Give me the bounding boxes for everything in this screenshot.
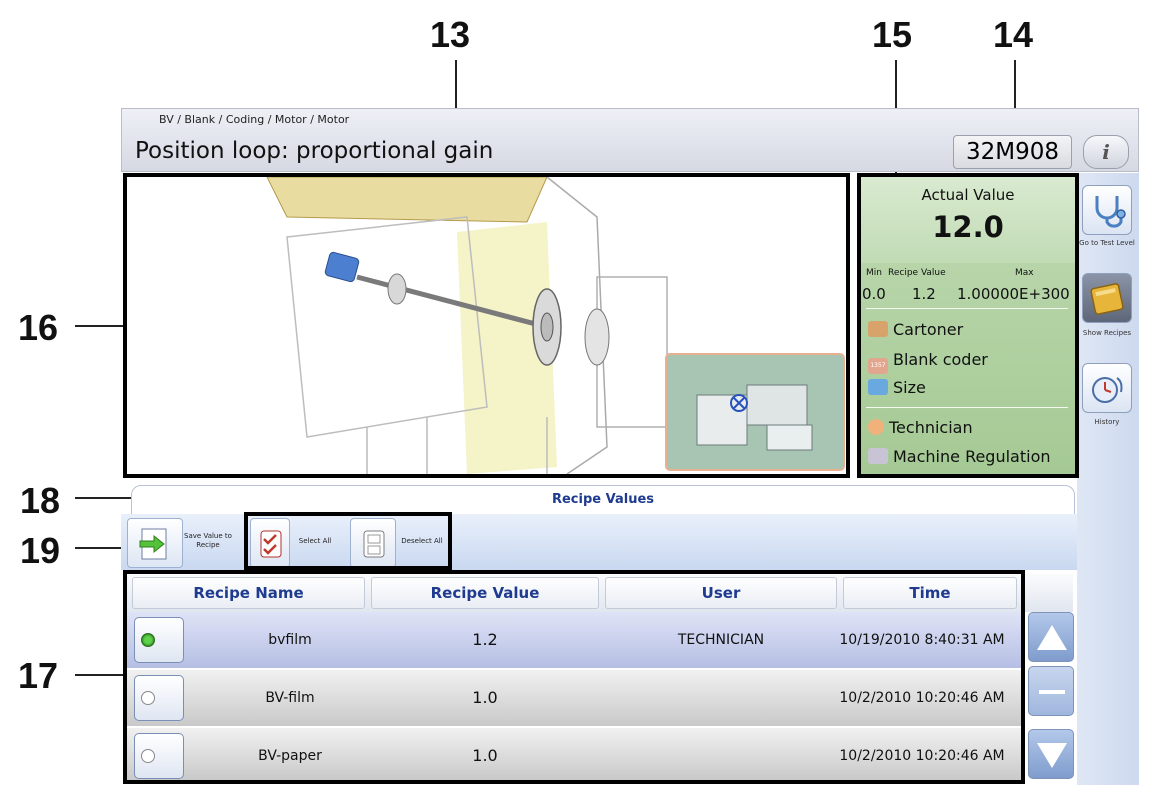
scroll-thumb-grip-icon <box>1039 690 1065 694</box>
max-value: 1.00000E+300 <box>957 285 1070 303</box>
arrow-down-icon <box>1037 743 1067 768</box>
cartoner-icon <box>868 321 888 337</box>
blank-coder-icon: 1357 <box>868 358 888 374</box>
callout-18: 18 <box>20 480 61 521</box>
blank-coder-label: Blank coder <box>893 350 988 369</box>
callout-15: 15 <box>872 14 913 55</box>
callout-13: 13 <box>430 14 471 55</box>
save-to-recipe-icon <box>139 528 167 560</box>
callout-16: 16 <box>18 307 59 348</box>
user-icon <box>868 419 884 435</box>
history-button[interactable] <box>1082 363 1132 413</box>
callout-17: 17 <box>18 655 59 696</box>
recipe-values-title: Recipe Values <box>551 492 655 507</box>
machine-regulation-item: Machine Regulation <box>868 447 1051 466</box>
callout-14: 14 <box>993 14 1034 55</box>
recipe-table-outline <box>123 570 1025 784</box>
selection-buttons-outline <box>244 512 452 570</box>
scroll-down-button[interactable] <box>1028 729 1074 779</box>
size-icon <box>868 379 888 395</box>
recipe-value: 1.2 <box>912 285 936 303</box>
min-value: 0.0 <box>862 285 886 303</box>
actual-value-label: Actual Value <box>921 186 1015 204</box>
scroll-up-button[interactable] <box>1028 612 1074 662</box>
cartoner-item: Cartoner <box>868 320 963 339</box>
blank-coder-item: 1357 Blank coder <box>868 350 988 374</box>
technician-item: Technician <box>868 418 973 437</box>
table-header-extension <box>1025 574 1073 612</box>
scroll-thumb[interactable] <box>1028 666 1074 716</box>
arrow-up-icon <box>1037 625 1067 650</box>
callout-17-line <box>75 674 123 676</box>
technician-label: Technician <box>889 418 973 437</box>
value-separator <box>866 308 1068 309</box>
info-button[interactable]: i <box>1083 135 1129 169</box>
cartoner-label: Cartoner <box>893 320 964 339</box>
users-separator <box>866 407 1068 408</box>
save-value-label: Save Value to Recipe <box>184 532 232 549</box>
go-to-test-level-button[interactable] <box>1082 185 1132 235</box>
min-label: Min <box>866 268 882 278</box>
clock-history-icon <box>1092 377 1123 403</box>
side-toolbar <box>1077 173 1139 785</box>
max-label: Max <box>1015 268 1034 278</box>
save-value-button[interactable] <box>127 518 183 568</box>
callout-16-line <box>75 325 123 327</box>
recipe-value-label: Recipe Value <box>888 268 946 278</box>
show-recipes-button[interactable] <box>1082 273 1132 323</box>
machine-overview-icon <box>696 384 813 451</box>
show-recipes-label: Show Recipes <box>1082 329 1132 337</box>
go-to-test-level-label: Go to Test Level <box>1079 239 1135 247</box>
stethoscope-icon <box>1095 196 1126 228</box>
parameter-code: 32M908 <box>953 135 1072 169</box>
book-icon <box>1090 283 1124 315</box>
size-label: Size <box>893 378 926 397</box>
callout-19: 19 <box>20 530 61 571</box>
actual-value: 12.0 <box>932 210 1004 244</box>
history-label: History <box>1094 418 1120 426</box>
machine-regulation-label: Machine Regulation <box>893 447 1051 466</box>
machine-overview-thumbnail[interactable] <box>665 353 845 471</box>
page-title: Position loop: proportional gain <box>135 138 494 164</box>
size-item: Size <box>868 378 926 397</box>
regulation-icon <box>868 448 888 464</box>
breadcrumb: BV / Blank / Coding / Motor / Motor <box>159 113 350 126</box>
